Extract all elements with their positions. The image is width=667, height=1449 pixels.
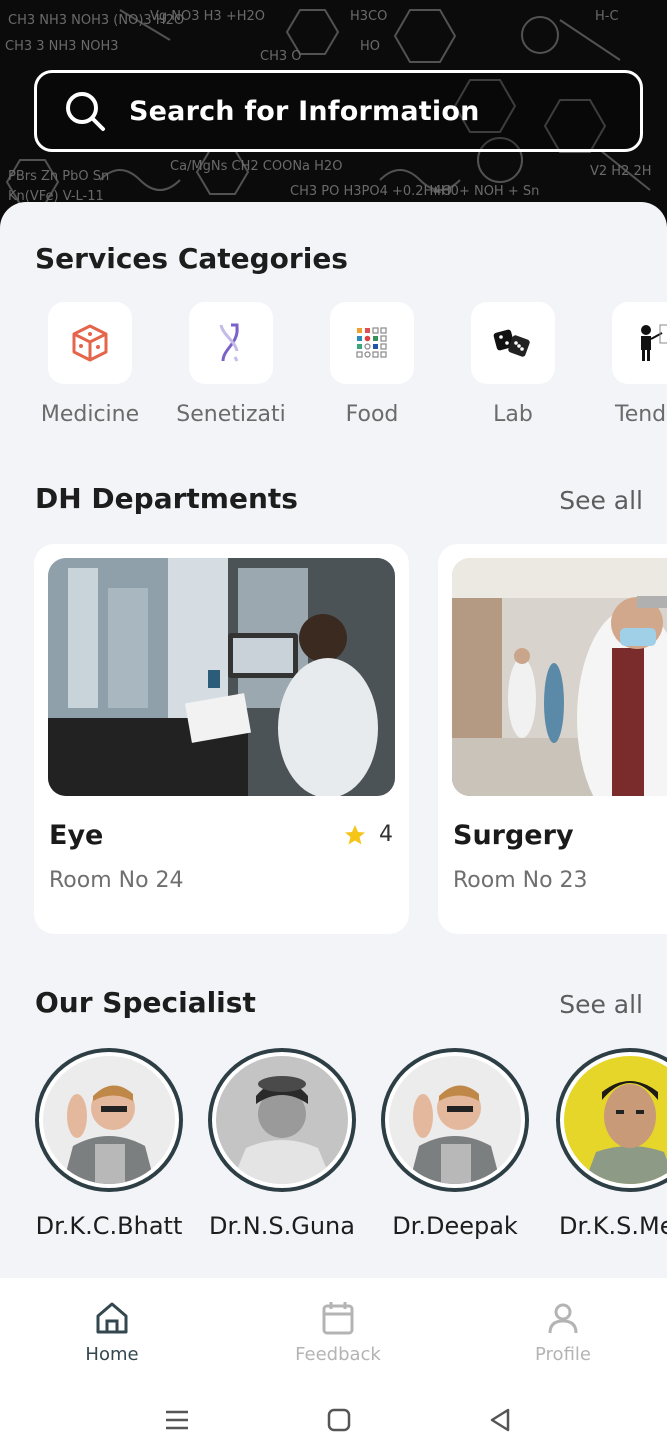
back-icon[interactable] (486, 1406, 514, 1434)
home-system-icon[interactable] (325, 1406, 353, 1434)
grid-dots-icon (356, 327, 387, 358)
department-room: Room No 24 (49, 868, 184, 893)
department-name: Eye (49, 820, 104, 851)
department-rating: 4 (343, 822, 393, 847)
system-navigation-bar (0, 1388, 667, 1449)
dice-outline-icon (72, 324, 108, 362)
rating-value: 4 (379, 822, 393, 847)
specialists-see-all-link[interactable]: See all (559, 990, 643, 1019)
svg-text:V2 H2 2H: V2 H2 2H (590, 164, 652, 179)
category-medicine[interactable]: Medicine (15, 302, 165, 427)
specialist-card[interactable]: Dr.Deepak (368, 1048, 542, 1240)
svg-text:PBrs Zn PbO Sn: PBrs Zn PbO Sn (8, 169, 109, 184)
search-bar[interactable]: Search for Information (34, 70, 643, 152)
molecule-icon (219, 323, 239, 362)
specialist-card[interactable]: Dr.K.C.Bhatt (22, 1048, 196, 1240)
category-food[interactable]: Food (297, 302, 447, 427)
specialist-name: Dr.N.S.Guna (209, 1212, 355, 1240)
svg-text:Vg NO3 H3 +H2O: Vg NO3 H3 +H2O (150, 9, 265, 24)
category-label: Food (345, 402, 399, 427)
departments-see-all-link[interactable]: See all (559, 486, 643, 515)
nav-profile-label: Profile (535, 1344, 591, 1365)
category-lab[interactable]: Lab (438, 302, 588, 427)
category-label: Lab (493, 402, 533, 427)
avatar (208, 1048, 356, 1192)
avatar (556, 1048, 667, 1192)
category-label: Senetizati (176, 402, 286, 427)
specialists-title: Our Specialist (35, 986, 256, 1019)
search-icon (66, 92, 105, 131)
category-label: Tend (615, 402, 667, 427)
department-room: Room No 23 (453, 868, 588, 893)
svg-text:CH3 PO H3PO4 +0.2H4O: CH3 PO H3PO4 +0.2H4O (290, 184, 452, 199)
avatar (35, 1048, 183, 1192)
avatar (381, 1048, 529, 1192)
home-icon (96, 1302, 128, 1334)
department-name: Surgery (453, 820, 574, 851)
calendar-icon (322, 1302, 354, 1335)
department-card-eye[interactable]: Eye 4 Room No 24 (34, 544, 409, 934)
svg-text:H3CO: H3CO (350, 9, 387, 24)
recent-apps-icon[interactable] (163, 1406, 191, 1434)
search-placeholder: Search for Information (129, 95, 480, 127)
nav-home[interactable]: Home (47, 1300, 177, 1365)
category-senetization[interactable]: Senetizati (156, 302, 306, 427)
svg-text:Ca/MgNs CH2 COONa H2O: Ca/MgNs CH2 COONa H2O (170, 159, 342, 174)
star-icon (345, 824, 365, 844)
nav-profile[interactable]: Profile (498, 1300, 628, 1365)
nav-feedback[interactable]: Feedback (273, 1300, 403, 1365)
category-label: Medicine (40, 402, 140, 427)
svg-text:CH3 3 NH3 NOH3: CH3 3 NH3 NOH3 (5, 39, 119, 54)
svg-text:HO: HO (360, 39, 380, 54)
svg-text:H-C: H-C (595, 9, 619, 24)
bottom-navigation: Home Feedback Profile (0, 1278, 667, 1388)
dice-black-icon (493, 329, 530, 357)
app-screen: CH3 NH3 NOH3 (NO)3 H2O Vg NO3 H3 +H2O H3… (0, 0, 667, 1449)
specialist-name: Dr.Deepak (392, 1212, 518, 1240)
svg-text:CH3 O: CH3 O (260, 49, 302, 64)
department-card-surgery[interactable]: Surgery Room No 23 (438, 544, 667, 934)
content-sheet: Services Categories Medicine Senetizati … (0, 202, 667, 1282)
user-icon (548, 1303, 578, 1334)
specialist-name: Dr.K.S.Me (559, 1212, 667, 1240)
department-image (452, 558, 667, 796)
category-tend[interactable]: Tend (579, 302, 667, 427)
teacher-board-icon (641, 324, 667, 361)
department-image (48, 558, 395, 796)
nav-home-label: Home (85, 1344, 139, 1365)
specialist-name: Dr.K.C.Bhatt (35, 1212, 183, 1240)
svg-text:+H0+ NOH + Sn: +H0+ NOH + Sn (430, 184, 539, 199)
specialist-card[interactable]: Dr.N.S.Guna (195, 1048, 369, 1240)
departments-title: DH Departments (35, 482, 298, 515)
nav-feedback-label: Feedback (295, 1344, 381, 1365)
services-categories-list: Medicine Senetizati Food Lab Tend (0, 302, 667, 442)
specialist-card[interactable]: Dr.K.S.Me (541, 1048, 667, 1240)
services-title: Services Categories (35, 242, 348, 275)
